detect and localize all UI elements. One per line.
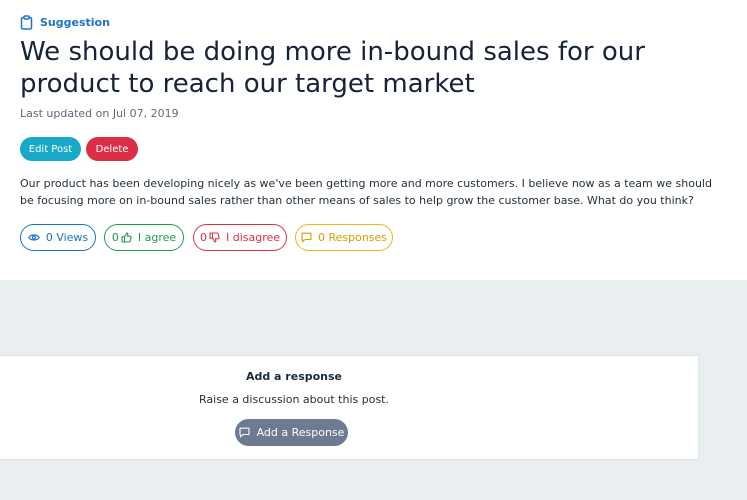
clipboard-icon [20, 15, 33, 30]
responses-button[interactable]: 0 Responses [295, 224, 393, 251]
add-response-button-label: Add a Response [256, 426, 345, 439]
views-button[interactable]: 0 Views [20, 224, 96, 251]
thumbs-down-icon [209, 232, 220, 243]
agree-label: I agree [137, 231, 177, 244]
eye-icon [27, 233, 40, 242]
disagree-count: 0 [199, 231, 207, 244]
post-title: We should be doing more in-bound sales f… [20, 37, 645, 99]
delete-button[interactable]: Delete [86, 137, 138, 161]
add-response-card: Add a response Raise a discussion about … [0, 355, 699, 460]
responses-label: 0 Responses [317, 231, 388, 244]
last-updated: Last updated on Jul 07, 2019 [20, 107, 179, 120]
add-response-subtext: Raise a discussion about this post. [199, 393, 389, 406]
edit-post-button[interactable]: Edit Post [20, 137, 81, 161]
views-label: 0 Views [45, 231, 89, 244]
disagree-label: I disagree [225, 231, 281, 244]
agree-button[interactable]: 0 I agree [104, 224, 184, 251]
category-tag: Suggestion [20, 15, 110, 30]
chat-bubble-icon [301, 232, 312, 243]
post-body: Our product has been developing nicely a… [20, 177, 712, 207]
add-response-button[interactable]: Add a Response [235, 419, 348, 446]
thumbs-up-icon [121, 232, 132, 243]
add-response-heading: Add a response [245, 370, 343, 383]
category-label: Suggestion [40, 16, 110, 29]
post-panel: Suggestion We should be doing more in-bo… [0, 0, 747, 280]
disagree-button[interactable]: 0 I disagree [193, 224, 287, 251]
agree-count: 0 [111, 231, 119, 244]
chat-bubble-icon [239, 427, 250, 438]
